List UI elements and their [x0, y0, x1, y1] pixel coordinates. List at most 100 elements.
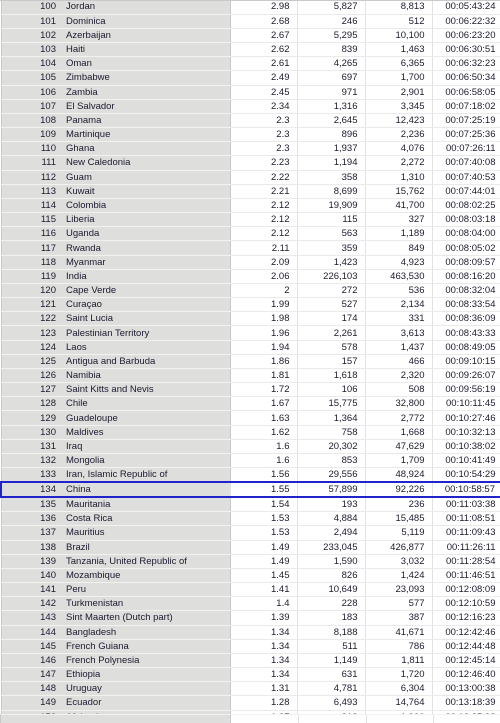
table-row[interactable]: 120 Cape Verde 2 272 536 00:08:32:04 [0, 283, 500, 299]
cell-value-3: 47,629 [365, 439, 433, 455]
table-row[interactable]: 116 Uganda 2.12 563 1,189 00:08:04:00 [0, 226, 500, 242]
table-row[interactable]: 125 Antigua and Barbuda 1.86 157 466 00:09:10… [0, 354, 500, 369]
table-row[interactable]: 148 Uruguay 1.31 4,781 6,304 00:13:00:38 [0, 681, 500, 697]
cell-value-1: 1.49 [230, 540, 298, 555]
table-row[interactable]: 112 Guam 2.22 358 1,310 00:07:40:53 [0, 170, 500, 185]
table-row[interactable]: 118 Myanmar 2.09 1,423 4,923 00:08:09:57 [0, 255, 500, 270]
cell-country: Maldives [61, 425, 231, 440]
table-row[interactable]: 119 India 2.06 226,103 463,530 00:08:16:20 [0, 269, 500, 284]
cell-rank: 115 [0, 212, 61, 228]
cell-rank: 145 [0, 639, 61, 654]
cell-duration: 00:13:18:39 [432, 695, 500, 711]
table-row[interactable]: 102 Azerbaijan 2.67 5,295 10,100 00:06:23:20 [0, 28, 500, 44]
table-row[interactable]: 134 China 1.55 57,899 92,226 00:10:58:57 [0, 481, 500, 499]
cell-duration: 00:07:40:53 [432, 170, 500, 185]
table-row[interactable]: 104 Oman 2.61 4,265 6,365 00:06:32:23 [0, 56, 500, 72]
table-row[interactable]: 128 Chile 1.67 15,775 32,800 00:10:11:45 [0, 396, 500, 412]
cell-value-2: 20,302 [297, 439, 366, 455]
cell-value-1: 2.21 [230, 184, 298, 199]
table-row[interactable]: 117 Rwanda 2.11 359 849 00:08:05:02 [0, 240, 500, 256]
cell-value-1: 1.62 [230, 425, 298, 440]
cell-country: Laos [61, 340, 231, 355]
cell-country: Iraq [61, 439, 231, 455]
cell-country: Zambia [61, 85, 231, 100]
table-row[interactable]: 143 Sint Maarten (Dutch part) 1.39 183 387 00… [0, 610, 500, 626]
cell-rank: 139 [0, 554, 61, 569]
cell-value-1: 2.67 [230, 28, 298, 44]
cell-value-1: 1.94 [230, 340, 298, 355]
cell-country: Jordan [61, 0, 231, 15]
cell-duration: 00:08:02:25 [432, 198, 500, 214]
cell-country: Ethiopia [61, 667, 231, 683]
cell-duration: 00:08:16:20 [432, 269, 500, 284]
cell-value-3: 2,134 [365, 297, 433, 313]
cell-value-3: 463,530 [365, 269, 433, 284]
cell-rank: 108 [0, 113, 61, 129]
cell-value-2: 758 [297, 425, 366, 440]
cell-country: Liberia [61, 212, 231, 228]
table-row[interactable]: 141 Peru 1.41 10,649 23,093 00:12:08:09 [0, 582, 500, 598]
table-row[interactable]: 121 Curaçao 1.99 527 2,134 00:08:33:54 [0, 297, 500, 313]
table-row[interactable]: 115 Liberia 2.12 115 327 00:08:03:18 [0, 212, 500, 228]
cell-value-3: 512 [365, 14, 433, 29]
cell-rank: 101 [0, 14, 61, 29]
table-row[interactable]: 145 French Guiana 1.34 511 786 00:12:44:48 [0, 639, 500, 654]
table-row[interactable]: 139 Tanzania, United Republic of 1.49 1,590… [0, 554, 500, 569]
table-row[interactable]: 146 French Polynesia 1.34 1,149 1,811 00:12:4… [0, 653, 500, 669]
table-row[interactable]: 127 Saint Kitts and Nevis 1.72 106 508 00:09:… [0, 382, 500, 398]
table-row[interactable]: 123 Palestinian Territory 1.96 2,261 3,613 00… [0, 325, 500, 341]
cell-value-2: 697 [297, 70, 366, 86]
table-row[interactable]: 113 Kuwait 2.21 8,699 15,762 00:07:44:01 [0, 184, 500, 199]
cell-duration: 00:06:23:20 [432, 28, 500, 44]
cell-value-2: 1,194 [297, 155, 366, 171]
table-row[interactable]: 106 Zambia 2.45 971 2,901 00:06:58:05 [0, 85, 500, 100]
table-row[interactable]: 101 Dominica 2.68 246 512 00:06:22:32 [0, 14, 500, 29]
table-row[interactable]: 105 Zimbabwe 2.49 697 1,700 00:06:50:34 [0, 70, 500, 86]
cell-value-1: 1.56 [230, 467, 298, 483]
table-row[interactable]: 131 Iraq 1.6 20,302 47,629 00:10:38:02 [0, 439, 500, 455]
cell-value-1: 1.98 [230, 311, 298, 327]
table-row[interactable]: 133 Iran, Islamic Republic of 1.56 29,556 48… [0, 467, 500, 483]
table-row[interactable]: 124 Laos 1.94 578 1,437 00:08:49:05 [0, 340, 500, 355]
cell-rank: 140 [0, 568, 61, 584]
cell-duration: 00:12:08:09 [432, 582, 500, 598]
table-row[interactable]: 130 Maldives 1.62 758 1,668 00:10:32:13 [0, 425, 500, 440]
table-row[interactable]: 149 Ecuador 1.28 6,493 14,764 00:13:18:39 [0, 695, 500, 711]
table-row[interactable]: 109 Martinique 2.3 896 2,236 00:07:25:36 [0, 127, 500, 143]
cell-value-2: 527 [297, 297, 366, 313]
cell-value-2: 29,556 [297, 467, 366, 483]
table-row[interactable]: 111 New Caledonia 2.23 1,194 2,272 00:07:40:0… [0, 155, 500, 171]
table-row[interactable]: 144 Bangladesh 1.34 8,188 41,671 00:12:42:46 [0, 625, 500, 640]
table-row[interactable]: 107 El Salvador 2.34 1,316 3,345 00:07:18:02 [0, 99, 500, 114]
table-row[interactable]: 132 Mongolia 1.6 853 1,709 00:10:41:49 [0, 453, 500, 469]
cell-country: Panama [61, 113, 231, 129]
cell-value-2: 226,103 [297, 269, 366, 284]
table-row[interactable]: 129 Guadeloupe 1.63 1,364 2,772 00:10:27:46 [0, 410, 500, 426]
cell-duration: 00:12:46:40 [432, 667, 500, 683]
table-row[interactable]: 142 Turkmenistan 1.4 228 577 00:12:10:59 [0, 596, 500, 612]
country-statistics-table[interactable]: 100 Jordan 2.98 5,827 8,813 00:05:43:24 101 Dom… [0, 0, 500, 723]
table-row[interactable]: 147 Ethiopia 1.34 631 1,720 00:12:46:40 [0, 667, 500, 683]
table-row[interactable]: 138 Brazil 1.49 233,045 426,877 00:11:26:11 [0, 540, 500, 555]
cell-country: Dominica [61, 14, 231, 29]
table-row[interactable]: 126 Namibia 1.81 1,618 2,320 00:09:26:07 [0, 368, 500, 384]
cell-value-3: 331 [365, 311, 433, 327]
cell-value-2: 6,493 [297, 695, 366, 711]
cell-value-2: 157 [297, 354, 366, 369]
table-row[interactable]: 122 Saint Lucia 1.98 174 331 00:08:36:09 [0, 311, 500, 327]
table-row[interactable]: 103 Haiti 2.62 839 1,463 00:06:30:51 [0, 42, 500, 58]
table-row[interactable]: 140 Mozambique 1.45 826 1,424 00:11:46:51 [0, 568, 500, 584]
table-row[interactable]: 108 Panama 2.3 2,645 12,423 00:07:25:19 [0, 113, 500, 129]
cell-rank: 127 [0, 382, 61, 398]
cell-duration: 00:08:43:33 [432, 325, 500, 341]
table-row[interactable]: 110 Ghana 2.3 1,937 4,076 00:07:26:11 [0, 141, 500, 157]
cell-rank: 134 [0, 481, 61, 499]
table-row[interactable]: 100 Jordan 2.98 5,827 8,813 00:05:43:24 [0, 0, 500, 15]
table-row[interactable]: 137 Mauritius 1.53 2,494 5,119 00:11:09:43 [0, 525, 500, 541]
table-row[interactable]: 136 Costa Rica 1.53 4,884 15,485 00:11:08:51 [0, 511, 500, 527]
cell-value-2: 359 [297, 240, 366, 256]
table-row[interactable]: 114 Colombia 2.12 19,909 41,700 00:08:02:25 [0, 198, 500, 214]
cell-rank: 105 [0, 70, 61, 86]
cell-value-1: 1.39 [230, 610, 298, 626]
table-row[interactable]: 135 Mauritania 1.54 193 236 00:11:03:38 [0, 497, 500, 513]
